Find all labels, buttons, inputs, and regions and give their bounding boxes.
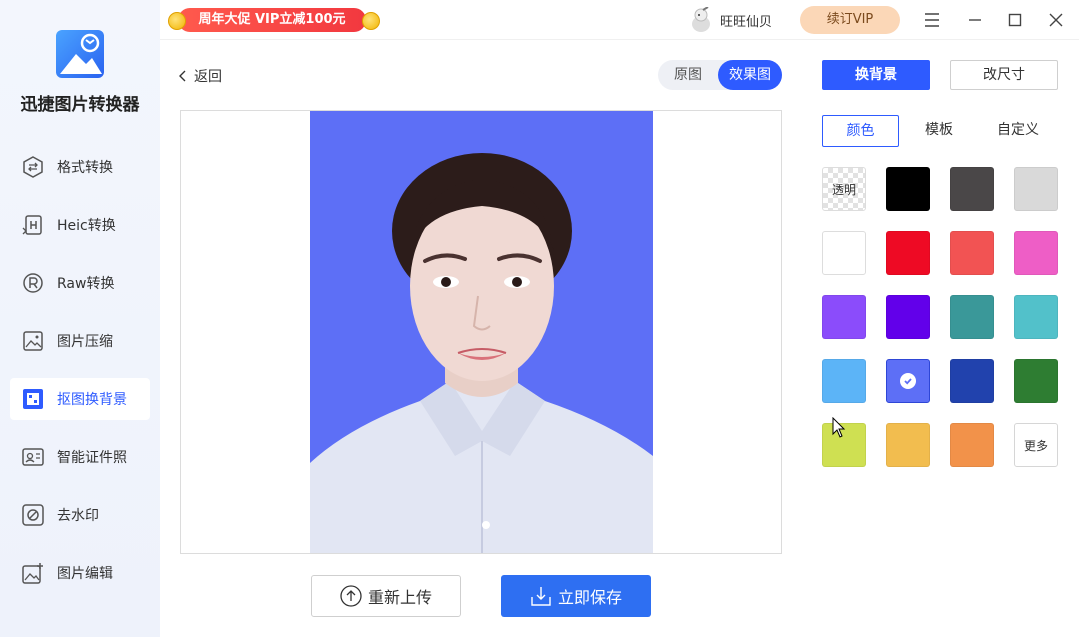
- sidebar-item-compress[interactable]: 图片压缩: [10, 320, 150, 362]
- color-swatch[interactable]: [886, 167, 930, 211]
- save-label: 立即保存: [557, 588, 622, 607]
- menu-icon[interactable]: [920, 8, 944, 32]
- sidebar-item-label: 抠图换背景: [57, 392, 127, 408]
- color-swatch[interactable]: [950, 359, 994, 403]
- remove-watermark-icon: [22, 504, 44, 526]
- color-swatch[interactable]: [950, 423, 994, 467]
- color-swatch[interactable]: [1014, 167, 1058, 211]
- heic-icon: [22, 214, 44, 236]
- swatch-transparent[interactable]: 透明: [822, 167, 866, 211]
- color-swatch[interactable]: [1014, 231, 1058, 275]
- renew-vip-button[interactable]: 续订VIP: [800, 6, 900, 34]
- subtab-template[interactable]: 模板: [910, 115, 968, 147]
- color-swatch[interactable]: [1014, 295, 1058, 339]
- tab-change-background[interactable]: 换背景: [822, 60, 930, 90]
- sidebar-item-label: 去水印: [57, 508, 99, 524]
- maximize-icon[interactable]: [1003, 8, 1027, 32]
- sidebar-item-label: Raw转换: [57, 276, 115, 292]
- username: 旺旺仙贝: [720, 14, 773, 30]
- color-swatch[interactable]: [950, 231, 994, 275]
- sidebar-item-cutout[interactable]: 抠图换背景: [10, 378, 150, 420]
- toggle-original[interactable]: 原图: [658, 60, 718, 90]
- coin-icon: [362, 12, 380, 30]
- subtab-custom[interactable]: 自定义: [988, 115, 1048, 147]
- more-colors-button[interactable]: 更多: [1014, 423, 1058, 467]
- image-compress-icon: [22, 330, 44, 352]
- back-label: 返回: [194, 69, 222, 85]
- color-swatch[interactable]: [822, 231, 866, 275]
- sidebar-item-label: 图片压缩: [57, 334, 113, 350]
- tab-resize[interactable]: 改尺寸: [950, 60, 1058, 90]
- toggle-result[interactable]: 效果图: [718, 60, 782, 90]
- image-preview: [180, 110, 782, 554]
- sidebar: 迅捷图片转换器 格式转换 Heic转换 Raw转换 图片压缩 抠图换背景 智能证…: [0, 0, 160, 637]
- promo-banner[interactable]: 周年大促 VIP立减100元: [166, 6, 380, 34]
- sidebar-item-label: 格式转换: [57, 160, 113, 176]
- raw-icon: [22, 272, 44, 294]
- app-logo-icon: [56, 30, 104, 78]
- sidebar-item-heic[interactable]: Heic转换: [10, 204, 150, 246]
- cutout-icon: [22, 388, 44, 410]
- reupload-button[interactable]: 重新上传: [311, 575, 461, 617]
- color-swatch[interactable]: [1014, 359, 1058, 403]
- sidebar-item-image-edit[interactable]: 图片编辑: [10, 552, 150, 594]
- close-icon[interactable]: [1044, 8, 1068, 32]
- color-swatch[interactable]: [950, 295, 994, 339]
- color-swatch[interactable]: [822, 295, 866, 339]
- app-name: 迅捷图片转换器: [20, 95, 140, 115]
- id-photo-icon: [22, 446, 44, 468]
- sidebar-item-watermark[interactable]: 去水印: [10, 494, 150, 536]
- color-swatch[interactable]: [886, 231, 930, 275]
- subtab-color[interactable]: 颜色: [822, 115, 899, 147]
- back-button[interactable]: 返回: [178, 66, 222, 86]
- chevron-left-icon: [179, 70, 186, 82]
- save-button[interactable]: 立即保存: [501, 575, 651, 617]
- sidebar-item-label: 图片编辑: [57, 566, 113, 582]
- download-icon: [531, 587, 551, 606]
- check-icon: [900, 373, 916, 389]
- color-swatch[interactable]: [886, 359, 930, 403]
- color-swatch[interactable]: [886, 423, 930, 467]
- color-swatch[interactable]: [886, 295, 930, 339]
- promo-text: 周年大促 VIP立减100元: [178, 8, 366, 32]
- sidebar-item-id-photo[interactable]: 智能证件照: [10, 436, 150, 478]
- sidebar-nav: 格式转换 Heic转换 Raw转换 图片压缩 抠图换背景 智能证件照 去水印 图…: [10, 146, 150, 610]
- mouse-cursor-icon: [832, 417, 846, 438]
- image-edit-icon: [22, 562, 44, 584]
- reupload-label: 重新上传: [367, 588, 432, 607]
- more-label: 更多: [1023, 438, 1048, 453]
- upload-icon: [340, 585, 362, 607]
- sidebar-item-raw[interactable]: Raw转换: [10, 262, 150, 304]
- minimize-icon[interactable]: [963, 8, 987, 32]
- portrait-photo: [310, 111, 653, 553]
- coin-icon: [168, 12, 186, 30]
- user-profile[interactable]: 旺旺仙贝: [690, 6, 772, 34]
- color-swatch[interactable]: [950, 167, 994, 211]
- title-bar: 周年大促 VIP立减100元 旺旺仙贝 续订VIP: [160, 0, 1079, 40]
- sidebar-item-label: 智能证件照: [57, 450, 127, 466]
- sidebar-item-format-convert[interactable]: 格式转换: [10, 146, 150, 188]
- format-convert-icon: [22, 156, 44, 178]
- view-toggle: 原图 效果图: [658, 60, 782, 90]
- color-swatch[interactable]: [822, 359, 866, 403]
- avatar: [690, 6, 712, 33]
- sidebar-item-label: Heic转换: [57, 218, 116, 234]
- transparent-label: 透明: [831, 182, 856, 197]
